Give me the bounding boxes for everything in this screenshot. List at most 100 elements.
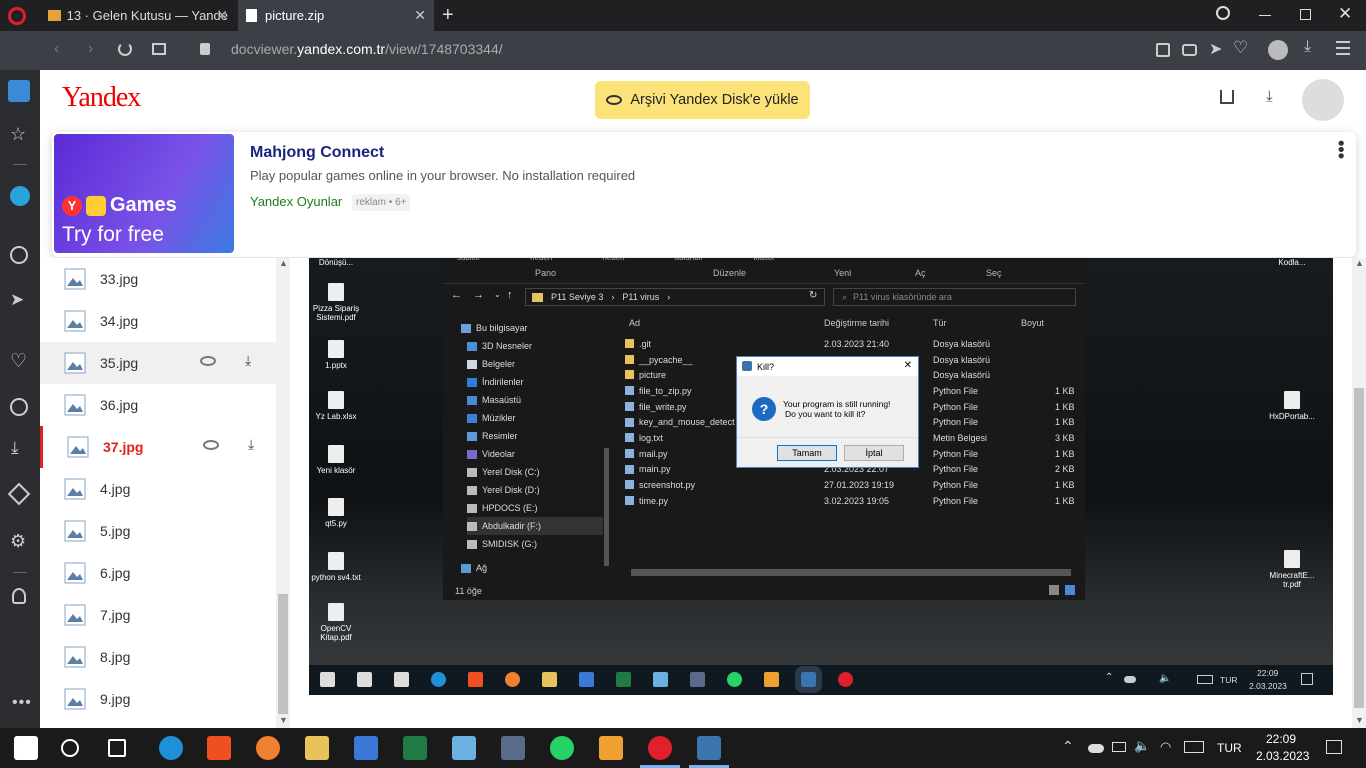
home-icon[interactable] bbox=[8, 80, 30, 102]
desktop-icon[interactable]: OpenCV Kitap.pdf bbox=[309, 603, 366, 642]
task-view-icon[interactable] bbox=[108, 739, 126, 757]
file-list-item[interactable]: 8.jpg bbox=[40, 636, 276, 678]
path-segment[interactable]: P11 Seviye 3 bbox=[551, 292, 603, 302]
search-icon[interactable] bbox=[357, 672, 372, 687]
refresh-icon[interactable]: ↻ bbox=[809, 290, 817, 301]
viewed-screenshot[interactable]: Dönüşü... Pizza Sipariş Sistemi.pdf 1.pptx… bbox=[309, 258, 1333, 695]
opera-logo-icon[interactable] bbox=[8, 7, 26, 25]
scroll-thumb[interactable] bbox=[1354, 388, 1364, 708]
excel-icon[interactable] bbox=[403, 736, 427, 760]
ad-source-link[interactable]: Yandex Oyunlar bbox=[250, 194, 342, 209]
edge-icon[interactable] bbox=[431, 672, 446, 687]
tiles-view-icon[interactable] bbox=[1065, 585, 1075, 595]
ribbon-item[interactable]: klasör bbox=[754, 258, 775, 265]
app-icon[interactable] bbox=[579, 672, 594, 687]
desktop-icon[interactable]: python sv4.txt bbox=[309, 552, 366, 582]
column-header[interactable]: Boyut bbox=[1021, 318, 1044, 328]
camera-icon[interactable] bbox=[1182, 44, 1197, 56]
windows-start-icon[interactable] bbox=[14, 736, 38, 760]
view-eye-icon[interactable] bbox=[203, 440, 219, 450]
nav-pane-item[interactable]: Abdulkadir (F:) bbox=[467, 517, 603, 535]
nav-pane-item[interactable]: İndirilenler bbox=[467, 373, 603, 391]
dialog-cancel-button[interactable]: İptal bbox=[844, 445, 904, 461]
up-icon[interactable]: ↑ bbox=[507, 289, 513, 301]
nav-pane-item[interactable]: Yerel Disk (C:) bbox=[467, 463, 603, 481]
save-to-disk-button[interactable]: Arşivi Yandex Disk'e yükle bbox=[595, 81, 810, 119]
ribbon-item[interactable]: sabitle bbox=[457, 258, 480, 265]
calculator-icon[interactable] bbox=[690, 672, 705, 687]
inner-notification-icon[interactable] bbox=[1301, 673, 1313, 685]
explorer-file-row[interactable]: .git 2.03.2023 21:40 Dosya klasörü bbox=[617, 336, 1077, 352]
ribbon-item[interactable]: neden bbox=[530, 258, 552, 265]
ribbon-item[interactable]: adlandır bbox=[675, 258, 704, 265]
explorer-hscrollbar[interactable] bbox=[617, 569, 1083, 579]
download-icon[interactable]: ⤓ bbox=[248, 436, 254, 453]
download-icon[interactable]: ⤓ bbox=[11, 438, 19, 458]
notes-icon[interactable] bbox=[653, 672, 668, 687]
inner-date[interactable]: 2.03.2023 bbox=[1249, 681, 1287, 691]
explorer-file-row[interactable]: screenshot.py 27.01.2023 19:19 Python File… bbox=[617, 477, 1077, 493]
calculator-icon[interactable] bbox=[501, 736, 525, 760]
heart-icon[interactable]: ♡ bbox=[1233, 38, 1248, 58]
inner-tray-chevron-icon[interactable]: ⌃ bbox=[1105, 672, 1113, 683]
path-segment[interactable]: P11 virus bbox=[622, 292, 659, 302]
scroll-thumb[interactable] bbox=[278, 594, 288, 714]
desktop-icon[interactable]: Pizza Sipariş Sistemi.pdf bbox=[309, 283, 366, 322]
notification-icon[interactable] bbox=[1326, 740, 1342, 754]
tab-picture-zip[interactable]: picture.zip ✕ bbox=[238, 0, 434, 31]
download-icon[interactable]: ⤓ bbox=[1304, 38, 1311, 56]
file-list-item[interactable]: 4.jpg bbox=[40, 468, 276, 510]
viewer-scrollbar[interactable]: ▲ ▼ bbox=[1352, 258, 1366, 728]
explorer-search-input[interactable]: ⌕ P11 virus klasöründe ara bbox=[833, 288, 1076, 306]
nav-pane-item[interactable]: Yerel Disk (D:) bbox=[467, 481, 603, 499]
file-list-item[interactable]: 36.jpg bbox=[40, 384, 276, 426]
forward-icon[interactable]: → bbox=[473, 289, 484, 301]
explorer-file-row[interactable]: time.py 3.02.2023 19:05 Python File 1 KB bbox=[617, 493, 1077, 509]
desktop-icon[interactable]: Kodla... bbox=[1262, 258, 1322, 267]
heart-icon[interactable]: ♡ bbox=[10, 350, 27, 373]
ad-menu-icon[interactable]: ••• bbox=[1330, 140, 1351, 159]
file-list-item[interactable]: 7.jpg bbox=[40, 594, 276, 636]
history-icon[interactable] bbox=[10, 398, 28, 416]
nav-pane-item[interactable]: Resimler bbox=[467, 427, 603, 445]
excel-icon[interactable] bbox=[616, 672, 631, 687]
firefox-icon[interactable] bbox=[256, 736, 280, 760]
desktop-icon[interactable]: 1.pptx bbox=[309, 340, 366, 370]
inner-time[interactable]: 22:09 bbox=[1257, 668, 1278, 678]
nav-pane-item[interactable]: Masaüstü bbox=[467, 391, 603, 409]
minimize-icon[interactable] bbox=[1259, 15, 1271, 16]
nav-pane-scrollbar[interactable] bbox=[602, 314, 612, 584]
file-list-item[interactable]: 33.jpg bbox=[40, 258, 276, 300]
edge-icon[interactable] bbox=[159, 736, 183, 760]
player-icon[interactable] bbox=[10, 246, 28, 264]
ivy-icon[interactable] bbox=[764, 672, 779, 687]
view-eye-icon[interactable] bbox=[200, 356, 216, 366]
menu-icon[interactable] bbox=[1336, 41, 1350, 55]
close-window-icon[interactable]: ✕ bbox=[1338, 4, 1352, 24]
python-idle-icon[interactable] bbox=[697, 736, 721, 760]
opera-icon[interactable] bbox=[838, 672, 853, 687]
close-tab-icon[interactable]: ✕ bbox=[216, 7, 228, 24]
desktop-icon[interactable]: qt5.py bbox=[309, 498, 366, 528]
clock-time[interactable]: 22:09 bbox=[1266, 732, 1296, 746]
settings-icon[interactable]: ⚙ bbox=[10, 531, 26, 552]
url-field[interactable]: docviewer.yandex.com.tr/view/1748703344/ bbox=[231, 41, 503, 57]
desktop-icon[interactable]: Yz Lab.xlsx bbox=[309, 391, 366, 421]
tray-chevron-icon[interactable]: ⌃ bbox=[1062, 738, 1074, 755]
brave-icon[interactable] bbox=[207, 736, 231, 760]
back-icon[interactable]: ‹ bbox=[54, 40, 59, 58]
firefox-icon[interactable] bbox=[505, 672, 520, 687]
file-list-item[interactable]: 34.jpg bbox=[40, 300, 276, 342]
nav-pane-item[interactable]: Müzikler bbox=[467, 409, 603, 427]
speed-dial-icon[interactable] bbox=[152, 43, 166, 55]
search-icon[interactable] bbox=[61, 739, 79, 757]
restore-icon[interactable] bbox=[1300, 9, 1311, 20]
python-idle-icon[interactable] bbox=[795, 666, 822, 693]
nav-pane-item[interactable]: Bu bilgisayar bbox=[461, 319, 603, 337]
language-indicator[interactable]: TUR bbox=[1217, 741, 1242, 755]
keyboard-icon[interactable] bbox=[1184, 741, 1204, 753]
share-icon[interactable] bbox=[1220, 90, 1234, 104]
file-list-item[interactable]: 5.jpg bbox=[40, 510, 276, 552]
whatsapp-icon[interactable] bbox=[550, 736, 574, 760]
download-icon[interactable]: ⤓ bbox=[245, 352, 251, 369]
